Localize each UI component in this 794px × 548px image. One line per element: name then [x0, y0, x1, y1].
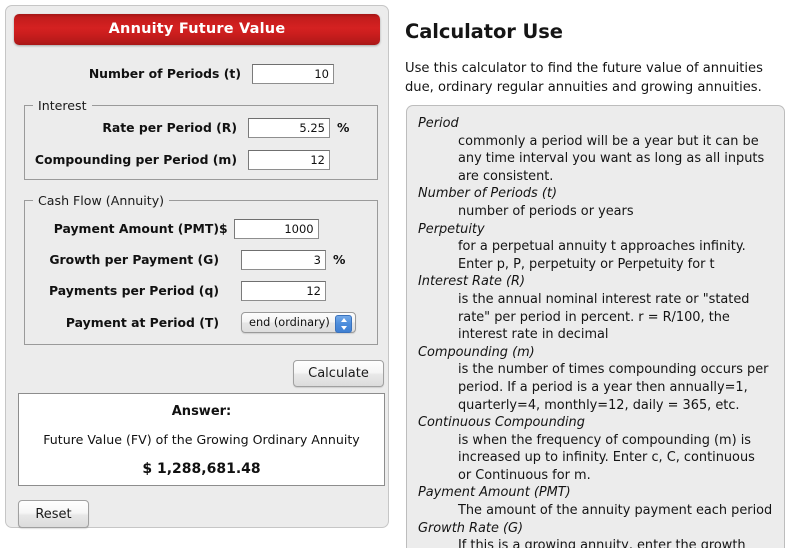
field-row-payments-per-period: Payments per Period (q)	[32, 280, 368, 301]
label-growth-per-payment: Growth per Payment (G)	[49, 252, 219, 267]
answer-description: Future Value (FV) of the Growing Ordinar…	[43, 432, 360, 447]
definition-text: rate" per period in percent. r = R/100, …	[458, 309, 730, 325]
definition-text: If this is a growing annuity, enter the …	[458, 538, 746, 548]
select-payment-at-period-value: end (ordinary)	[249, 316, 330, 329]
label-rate-per-period: Rate per Period (R)	[102, 120, 237, 135]
label-payment-amount: Payment Amount (PMT)	[53, 221, 219, 236]
definition-text: or Continuous for m.	[458, 467, 591, 483]
definition-text: are consistent.	[458, 168, 554, 184]
answer-label: Answer:	[171, 404, 232, 419]
updown-chevron-icon[interactable]	[335, 315, 352, 333]
definition-term: Payment Amount (PMT)	[418, 485, 571, 501]
interest-group-legend: Interest	[38, 98, 87, 113]
rate-percent-sign: %	[337, 120, 350, 135]
payment-dollar-sign: $	[219, 221, 228, 236]
field-row-compounding-per-period: Compounding per Period (m)	[32, 149, 368, 170]
definition-text: is the number of times compounding occur…	[458, 362, 769, 378]
page-root: Annuity Future Value Number of Periods (…	[0, 0, 794, 548]
reset-button[interactable]: Reset	[18, 500, 89, 528]
definition-term: Growth Rate (G)	[418, 520, 524, 536]
definition-text: interest rate in decimal	[458, 327, 609, 343]
definition-text: The amount of the annuity payment each p…	[458, 503, 773, 519]
definition-term: Continuous Compounding	[418, 415, 585, 431]
definition-text: is the annual nominal interest rate or "…	[458, 291, 750, 307]
definition-text: period. If a period is a year then annua…	[458, 379, 748, 395]
definition-term: Perpetuity	[418, 221, 485, 237]
definition-term: Compounding (m)	[418, 344, 535, 360]
input-payments-per-period[interactable]	[241, 280, 326, 301]
definitions-box: Period commonly a period will be a year b…	[406, 105, 785, 548]
input-growth-per-payment[interactable]	[241, 249, 326, 270]
answer-value: $ 1,288,681.48	[142, 461, 261, 477]
cash-flow-group-legend: Cash Flow (Annuity)	[38, 193, 165, 208]
definition-term: Number of Periods (t)	[418, 186, 557, 202]
definition-text: increased up to infinity. Enter c, C, co…	[458, 450, 755, 466]
definition-text: commonly a period will be a year but it …	[458, 133, 759, 149]
definition-text: Enter p, P, perpetuity or Perpetuity for…	[458, 256, 715, 272]
field-row-growth-per-payment: Growth per Payment (G) %	[32, 249, 368, 270]
definition-text: for a perpetual annuity t approaches inf…	[458, 239, 746, 255]
label-payments-per-period: Payments per Period (q)	[49, 283, 219, 298]
calculator-title-bar: Annuity Future Value	[14, 14, 380, 45]
definition-text: quarterly=4, monthly=12, daily = 365, et…	[458, 397, 740, 413]
answer-box: Answer: Future Value (FV) of the Growing…	[18, 393, 385, 486]
field-row-rate-per-period: Rate per Period (R) %	[32, 117, 368, 138]
label-payment-at-period: Payment at Period (T)	[65, 315, 219, 330]
input-compounding-per-period[interactable]	[248, 149, 330, 170]
annuity-calculator-panel: Annuity Future Value Number of Periods (…	[5, 5, 389, 528]
field-row-payment-at-period: Payment at Period (T) end (ordinary)	[32, 312, 368, 333]
field-row-number-of-periods: Number of Periods (t)	[26, 63, 368, 84]
calculator-use-heading: Calculator Use	[405, 20, 563, 43]
definition-term: Interest Rate (R)	[418, 274, 526, 290]
calculator-use-column: Calculator Use Use this calculator to fi…	[405, 0, 790, 548]
label-number-of-periods: Number of Periods (t)	[88, 66, 241, 81]
input-payment-amount[interactable]	[233, 218, 319, 239]
select-payment-at-period[interactable]: end (ordinary)	[241, 312, 356, 333]
growth-percent-sign: %	[333, 252, 346, 267]
definition-text: any time interval you want as long as al…	[458, 151, 765, 167]
field-row-payment-amount: Payment Amount (PMT) $	[32, 218, 368, 239]
label-compounding-per-period: Compounding per Period (m)	[34, 152, 237, 167]
input-number-of-periods[interactable]	[252, 63, 334, 84]
definition-text: number of periods or years	[458, 203, 634, 219]
calculate-button[interactable]: Calculate	[293, 360, 384, 387]
calculator-use-intro: Use this calculator to find the future v…	[405, 61, 763, 95]
definition-term: Period	[418, 116, 459, 131]
definition-text: is when the frequency of compounding (m)…	[458, 432, 751, 448]
input-rate-per-period[interactable]	[248, 117, 330, 138]
